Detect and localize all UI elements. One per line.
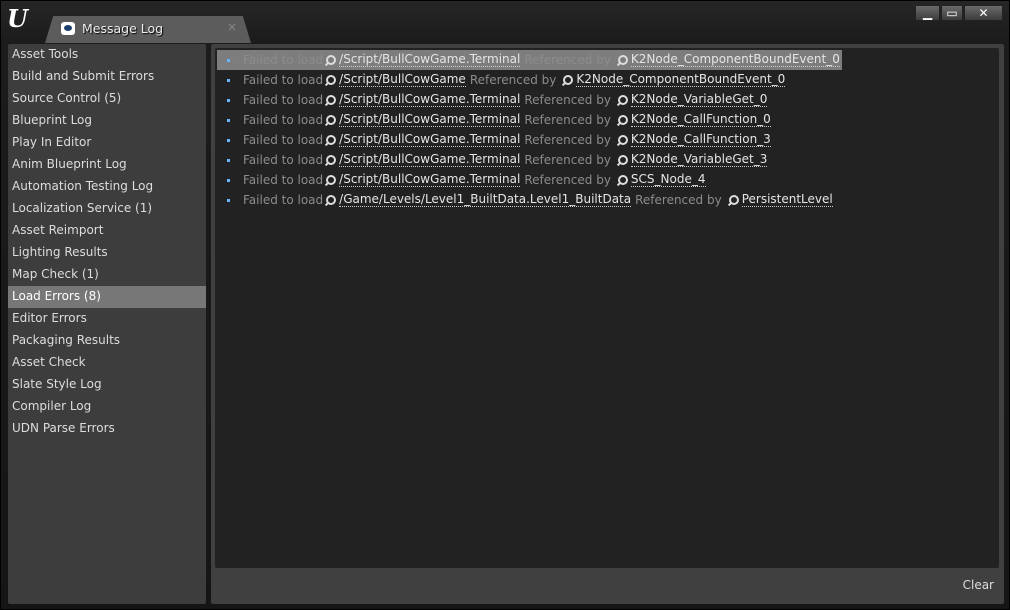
close-button[interactable]: ✕: [964, 5, 1003, 21]
find-in-browser-icon[interactable]: [326, 95, 337, 105]
find-in-browser-icon[interactable]: [617, 95, 628, 105]
message-row[interactable]: Failed to load/Script/BullCowGame.Termin…: [217, 50, 842, 70]
referencer-link[interactable]: PersistentLevel: [741, 193, 833, 207]
bullet-icon: [227, 118, 230, 122]
message-row[interactable]: Failed to load/Script/BullCowGame.Termin…: [217, 170, 708, 190]
sidebar-item[interactable]: Asset Tools: [8, 44, 206, 66]
sidebar-item[interactable]: Anim Blueprint Log: [8, 154, 206, 176]
referenced-by-label: Referenced by: [635, 193, 722, 207]
referencer-link[interactable]: SCS_Node_4: [630, 173, 706, 187]
find-in-browser-icon[interactable]: [326, 75, 337, 85]
referenced-by-label: Referenced by: [524, 153, 611, 167]
bullet-icon: [227, 78, 230, 82]
asset-link[interactable]: /Script/BullCowGame: [339, 73, 466, 87]
maximize-button[interactable]: ▭: [941, 5, 963, 21]
referenced-by-label: Referenced by: [524, 173, 611, 187]
message-log-window: U Message Log × ▁ ▭ ✕ Asset Tools Build a…: [0, 0, 1010, 610]
referencer-link[interactable]: K2Node_CallFunction_0: [630, 113, 771, 127]
sidebar-item[interactable]: Lighting Results: [8, 242, 206, 264]
message-prefix: Failed to load: [243, 153, 324, 167]
find-in-browser-icon[interactable]: [326, 135, 337, 145]
minimize-button[interactable]: ▁: [915, 5, 940, 21]
message-row[interactable]: Failed to load/Script/BullCowGame Referen…: [217, 70, 787, 90]
sidebar-item[interactable]: Packaging Results: [8, 330, 206, 352]
message-prefix: Failed to load: [243, 173, 324, 187]
message-prefix: Failed to load: [243, 193, 324, 207]
find-in-browser-icon[interactable]: [728, 195, 739, 205]
asset-link[interactable]: /Game/Levels/Level1_BuiltData.Level1_Bui…: [339, 193, 632, 207]
bullet-icon: [227, 198, 230, 202]
find-in-browser-icon[interactable]: [617, 155, 628, 165]
sidebar-item[interactable]: Editor Errors: [8, 308, 206, 330]
asset-link[interactable]: /Script/BullCowGame.Terminal: [339, 153, 521, 167]
sidebar-item[interactable]: UDN Parse Errors: [8, 418, 206, 440]
find-in-browser-icon[interactable]: [326, 195, 337, 205]
message-panel: Failed to load/Script/BullCowGame.Termin…: [211, 44, 1004, 604]
referenced-by-label: Referenced by: [524, 113, 611, 127]
referencer-link[interactable]: K2Node_ComponentBoundEvent_0: [630, 53, 840, 67]
message-prefix: Failed to load: [243, 93, 324, 107]
find-in-browser-icon[interactable]: [617, 135, 628, 145]
referenced-by-label: Referenced by: [524, 93, 611, 107]
sidebar-item[interactable]: Blueprint Log: [8, 110, 206, 132]
referencer-link[interactable]: K2Node_VariableGet_3: [630, 153, 768, 167]
bullet-icon: [227, 58, 230, 62]
message-prefix: Failed to load: [243, 113, 324, 127]
sidebar-item[interactable]: Asset Reimport: [8, 220, 206, 242]
referenced-by-label: Referenced by: [524, 53, 611, 67]
asset-link[interactable]: /Script/BullCowGame.Terminal: [339, 113, 521, 127]
message-row[interactable]: Failed to load/Script/BullCowGame.Termin…: [217, 150, 769, 170]
sidebar-item[interactable]: Map Check (1): [8, 264, 206, 286]
message-row[interactable]: Failed to load/Game/Levels/Level1_BuiltD…: [217, 190, 835, 210]
bullet-icon: [227, 158, 230, 162]
find-in-browser-icon[interactable]: [617, 115, 628, 125]
message-prefix: Failed to load: [243, 73, 324, 87]
asset-link[interactable]: /Script/BullCowGame.Terminal: [339, 173, 521, 187]
asset-link[interactable]: /Script/BullCowGame.Terminal: [339, 93, 521, 107]
referenced-by-label: Referenced by: [524, 133, 611, 147]
sidebar-item[interactable]: Build and Submit Errors: [8, 66, 206, 88]
sidebar-item[interactable]: Play In Editor: [8, 132, 206, 154]
referencer-link[interactable]: K2Node_CallFunction_3: [630, 133, 771, 147]
sidebar-item[interactable]: Localization Service (1): [8, 198, 206, 220]
message-row[interactable]: Failed to load/Script/BullCowGame.Termin…: [217, 130, 773, 150]
message-row[interactable]: Failed to load/Script/BullCowGame.Termin…: [217, 90, 769, 110]
bullet-icon: [227, 98, 230, 102]
message-prefix: Failed to load: [243, 53, 324, 67]
sidebar-item[interactable]: Compiler Log: [8, 396, 206, 418]
tab-message-log[interactable]: Message Log ×: [45, 16, 251, 43]
find-in-browser-icon[interactable]: [326, 155, 337, 165]
bullet-icon: [227, 178, 230, 182]
referenced-by-label: Referenced by: [469, 73, 557, 87]
window-controls: ▁ ▭ ✕: [915, 5, 1003, 21]
message-row[interactable]: Failed to load/Script/BullCowGame.Termin…: [217, 110, 773, 130]
sidebar-item[interactable]: Automation Testing Log: [8, 176, 206, 198]
asset-link[interactable]: /Script/BullCowGame.Terminal: [339, 53, 521, 67]
referencer-link[interactable]: K2Node_ComponentBoundEvent_0: [576, 73, 786, 87]
message-list: Failed to load/Script/BullCowGame.Termin…: [215, 48, 999, 568]
message-prefix: Failed to load: [243, 133, 324, 147]
find-in-browser-icon[interactable]: [563, 75, 574, 85]
find-in-browser-icon[interactable]: [617, 175, 628, 185]
find-in-browser-icon[interactable]: [326, 55, 337, 65]
find-in-browser-icon[interactable]: [617, 55, 628, 65]
message-log-icon: [61, 22, 75, 35]
tab-close-icon[interactable]: ×: [227, 20, 237, 34]
sidebar-item[interactable]: Load Errors (8): [8, 286, 206, 308]
find-in-browser-icon[interactable]: [326, 175, 337, 185]
unreal-logo: U: [7, 4, 28, 33]
find-in-browser-icon[interactable]: [326, 115, 337, 125]
sidebar-item[interactable]: Slate Style Log: [8, 374, 206, 396]
clear-button[interactable]: Clear: [963, 578, 994, 592]
tab-label: Message Log: [82, 21, 164, 36]
log-category-list: Asset Tools Build and Submit Errors Source…: [8, 44, 206, 604]
bullet-icon: [227, 138, 230, 142]
sidebar-item[interactable]: Source Control (5): [8, 88, 206, 110]
referencer-link[interactable]: K2Node_VariableGet_0: [630, 93, 768, 107]
sidebar-item[interactable]: Asset Check: [8, 352, 206, 374]
asset-link[interactable]: /Script/BullCowGame.Terminal: [339, 133, 521, 147]
